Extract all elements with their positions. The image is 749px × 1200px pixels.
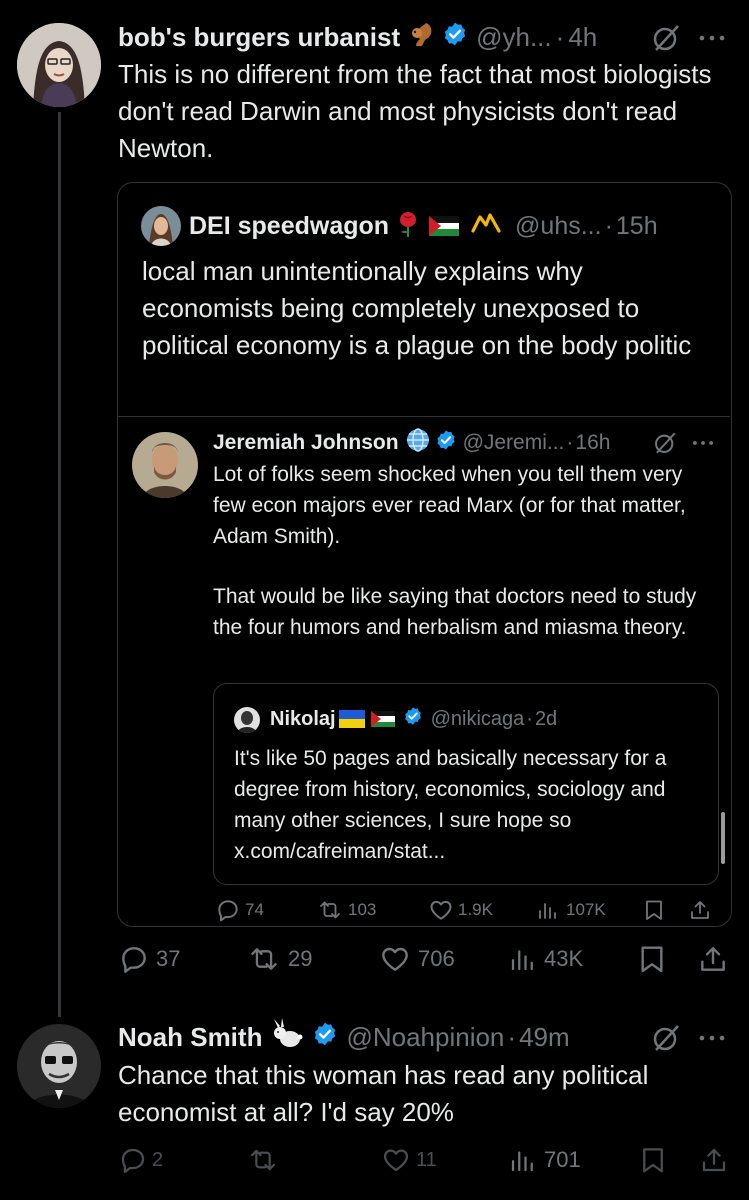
avatar-nikolaj[interactable]: [234, 707, 260, 733]
post1-separator: ·: [555, 21, 565, 52]
post1-repost-button[interactable]: 29: [246, 943, 312, 975]
rose-emoji: [395, 208, 421, 245]
gold-crown-icon: [471, 211, 501, 242]
palestine-flag-emoji-2: [370, 711, 395, 727]
post1-like-count: 706: [418, 946, 455, 971]
avatar-bobs-burgers-urbanist[interactable]: [17, 23, 101, 107]
post1-more-icon[interactable]: [696, 26, 728, 55]
ukraine-flag-emoji: [338, 710, 365, 728]
post2-handle[interactable]: @Noahpinion: [346, 1022, 504, 1053]
post1-views-count: 43K: [544, 946, 584, 971]
post2-grok-icon[interactable]: [650, 1022, 682, 1059]
quote2-verified-badge-icon: [435, 429, 457, 457]
quote3-display-name[interactable]: Nikolaj: [270, 708, 336, 731]
rabbit-emoji: [270, 1017, 304, 1057]
repost-icon: [251, 948, 277, 970]
post2-verified-badge-icon: [312, 1021, 338, 1054]
globe-emoji: [405, 427, 431, 459]
like-icon: [383, 1149, 409, 1172]
post1-views-button[interactable]: 43K: [508, 943, 583, 975]
post1-share-icon[interactable]: [697, 943, 729, 980]
post1-display-name[interactable]: bob's burgers urbanist: [118, 22, 400, 53]
post2-reply-button[interactable]: 2: [118, 1145, 163, 1175]
post1-reply-count: 37: [156, 946, 181, 971]
avatar-jeremiah-johnson[interactable]: [132, 432, 198, 498]
quote2-time[interactable]: 16h: [575, 431, 610, 455]
post2-display-name[interactable]: Noah Smith: [118, 1022, 262, 1053]
avatar-dei-speedwagon[interactable]: [141, 206, 181, 246]
palestine-flag-emoji: [429, 216, 460, 236]
reply-icon: [121, 1148, 145, 1173]
post1-time[interactable]: 4h: [568, 22, 597, 53]
post2-reply-count: 2: [152, 1148, 164, 1171]
post2-like-count: 11: [416, 1148, 437, 1171]
post1-reply-button[interactable]: 37: [118, 943, 180, 975]
post1-bookmark-icon[interactable]: [636, 943, 668, 980]
quote2-more-icon[interactable]: [690, 433, 716, 458]
quote2-separator: ·: [566, 431, 574, 454]
quote1-separator: ·: [604, 211, 613, 240]
quote2-text-paragraph-1: Lot of folks seem shocked when you tell …: [213, 463, 686, 548]
post2-views-button[interactable]: 701: [508, 1145, 581, 1175]
quote1-divider: [118, 416, 730, 417]
quote1-text: local man unintentionally explains why e…: [142, 256, 692, 360]
grok-icon[interactable]: [650, 22, 682, 59]
post2-bookmark-icon[interactable]: [638, 1145, 668, 1180]
quote2-header: Jeremiah Johnson @Jeremi... · 16h: [213, 428, 610, 458]
views-icon: [511, 950, 533, 971]
quote2-repost-button[interactable]: 103: [316, 897, 376, 923]
post1-repost-count: 29: [288, 946, 313, 971]
quote3-separator: ·: [526, 707, 533, 730]
quote2-repost-count: 103: [348, 900, 377, 919]
quote2-reply-button[interactable]: 74: [215, 897, 264, 923]
post2-share-icon[interactable]: [699, 1145, 729, 1180]
post2-repost-button[interactable]: [246, 1145, 284, 1175]
quote1-handle[interactable]: @uhs...: [515, 212, 602, 241]
quote2-bookmark-icon[interactable]: [642, 897, 666, 928]
quote1-header: DEI speedwagon @uhs... · 15h: [189, 210, 658, 242]
post2-header: Noah Smith @Noahpinion · 49m: [118, 1017, 570, 1057]
squirrel-emoji: [406, 19, 436, 56]
quote3-verified-badge-icon: [403, 706, 423, 732]
quote2-grok-icon[interactable]: [652, 430, 678, 461]
quote3-time[interactable]: 2d: [535, 708, 557, 731]
post1-handle[interactable]: @yh...: [476, 22, 552, 53]
quote2-handle[interactable]: @Jeremi...: [463, 431, 565, 455]
quote2-like-count: 1.9K: [458, 900, 493, 919]
post2-time[interactable]: 49m: [519, 1022, 570, 1053]
quote2-display-name[interactable]: Jeremiah Johnson: [213, 431, 399, 455]
like-icon: [430, 900, 452, 920]
views-icon: [539, 903, 556, 919]
post2-text: Chance that this woman has read any poli…: [118, 1060, 649, 1127]
post1-like-button[interactable]: 706: [378, 943, 455, 975]
quote2-text-paragraph-2: That would be like saying that doctors n…: [213, 585, 697, 639]
quote3-text: It's like 50 pages and basically necessa…: [234, 747, 667, 863]
post2-like-button[interactable]: 11: [380, 1145, 437, 1175]
thread-line: [58, 112, 61, 1017]
quote3-scrollbar[interactable]: [721, 812, 725, 864]
repost-icon: [250, 1149, 276, 1171]
reply-icon: [122, 947, 146, 973]
quote3-handle[interactable]: @nikicaga: [431, 708, 525, 731]
post2-separator: ·: [507, 1021, 517, 1052]
quote2-reply-count: 74: [245, 900, 264, 919]
post1-text: This is no different from the fact that …: [118, 59, 712, 163]
quote2-views-button[interactable]: 107K: [536, 897, 606, 923]
repost-icon: [320, 901, 340, 919]
like-icon: [382, 947, 408, 971]
quote2-share-icon[interactable]: [688, 897, 712, 928]
quote3-header: Nikolaj @nikicaga · 2d: [270, 706, 557, 732]
quote1-display-name[interactable]: DEI speedwagon: [189, 212, 389, 241]
quote2-like-button[interactable]: 1.9K: [428, 897, 493, 923]
quote2-views-count: 107K: [566, 900, 606, 919]
views-icon: [511, 1151, 533, 1172]
reply-icon: [218, 900, 238, 922]
avatar-noah-smith[interactable]: [17, 1024, 101, 1108]
post2-more-icon[interactable]: [696, 1026, 728, 1055]
verified-badge-icon: [442, 21, 468, 54]
quote1-time[interactable]: 15h: [616, 212, 658, 241]
post2-views-count: 701: [544, 1147, 581, 1172]
post1-header: bob's burgers urbanist @yh... · 4h: [118, 20, 597, 54]
